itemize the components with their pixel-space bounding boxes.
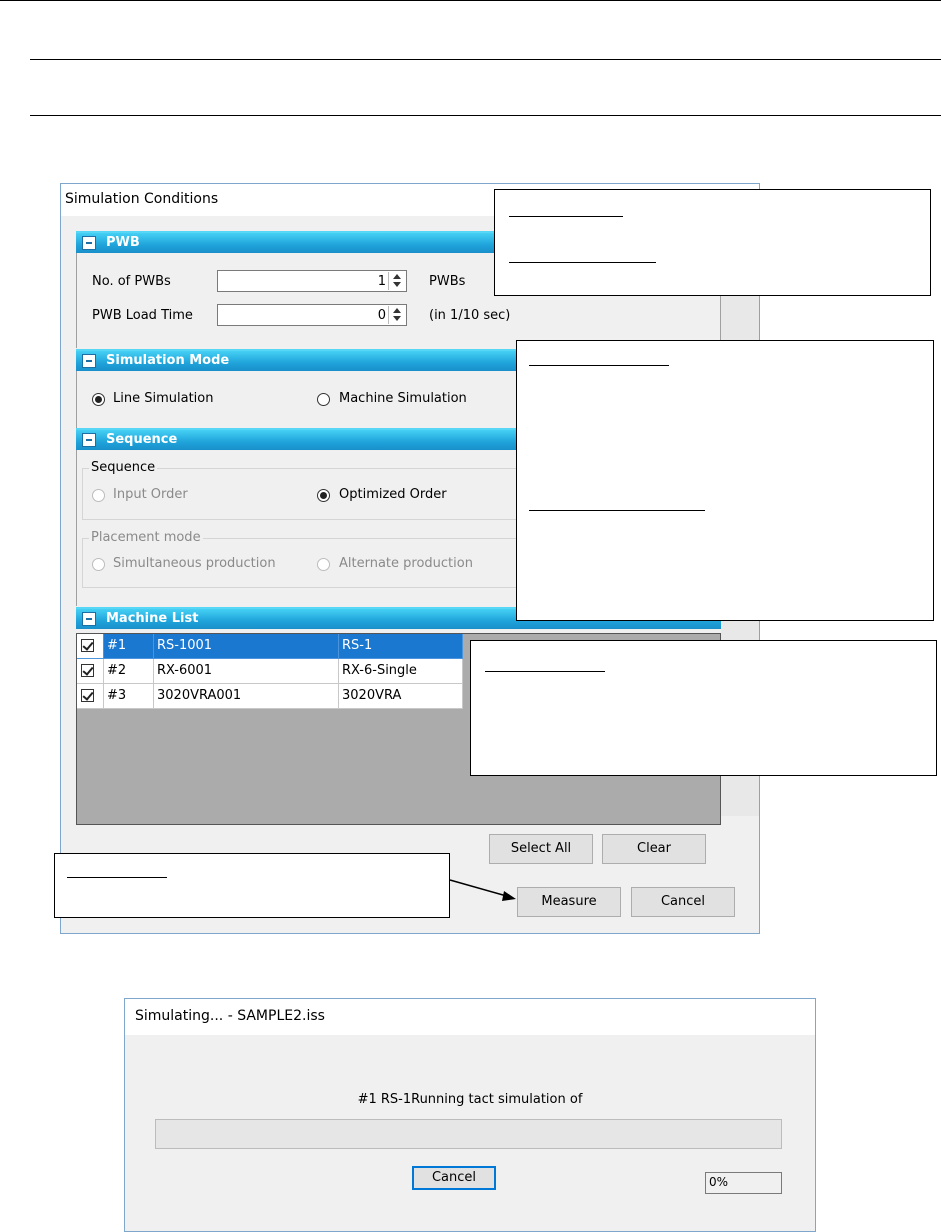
header-rule-top xyxy=(0,0,941,1)
progress-percent: 0% xyxy=(705,1172,782,1194)
machine-model[interactable]: RX-6-Single xyxy=(339,659,463,684)
machine-number[interactable]: #1 xyxy=(104,634,154,659)
machine-name[interactable]: RS-1001 xyxy=(154,634,339,659)
pwb-load-time-unit: (in 1/10 sec) xyxy=(429,308,511,323)
section-title-machine-list: Machine List xyxy=(106,611,199,626)
simulating-cancel-button[interactable]: Cancel xyxy=(412,1166,496,1190)
checkbox-checked-icon[interactable] xyxy=(81,639,94,652)
alternate-production-radio[interactable] xyxy=(317,558,330,571)
select-all-button[interactable]: Select All xyxy=(489,834,593,864)
line-simulation-label[interactable]: Line Simulation xyxy=(113,391,213,406)
pwb-load-time-label: PWB Load Time xyxy=(92,308,193,323)
callout-simulation-mode-sequence xyxy=(516,340,934,621)
optimized-order-radio[interactable] xyxy=(317,489,330,502)
machine-model[interactable]: 3020VRA xyxy=(339,684,463,709)
simulating-message: #1 RS-1Running tact simulation of xyxy=(357,1092,583,1107)
callout-underline xyxy=(509,262,656,263)
simultaneous-production-label[interactable]: Simultaneous production xyxy=(113,556,276,571)
no-of-pwbs-label: No. of PWBs xyxy=(92,274,171,289)
section-title-pwb: PWB xyxy=(106,235,140,250)
no-of-pwbs-stepper[interactable]: 1 xyxy=(217,270,407,292)
callout-underline xyxy=(529,365,669,366)
machine-row[interactable]: #1 RS-1001 RS-1 xyxy=(77,634,463,659)
section-title-simulation-mode: Simulation Mode xyxy=(106,353,230,368)
callout-machine-list xyxy=(470,640,937,776)
machine-checkbox-cell[interactable] xyxy=(77,684,104,709)
pwb-load-time-stepper[interactable]: 0 xyxy=(217,304,407,326)
spin-arrows-icon[interactable] xyxy=(388,306,405,324)
callout-underline xyxy=(509,216,623,217)
no-of-pwbs-value: 1 xyxy=(377,274,386,289)
section-title-sequence: Sequence xyxy=(106,432,178,447)
spin-arrows-icon[interactable] xyxy=(388,272,405,290)
callout-underline xyxy=(529,510,705,511)
input-order-label[interactable]: Input Order xyxy=(113,487,188,502)
placement-mode-group-label: Placement mode xyxy=(89,530,203,545)
optimized-order-label[interactable]: Optimized Order xyxy=(339,487,447,502)
machine-number[interactable]: #2 xyxy=(104,659,154,684)
collapse-icon[interactable] xyxy=(82,433,96,447)
machine-name[interactable]: RX-6001 xyxy=(154,659,339,684)
machine-row[interactable]: #3 3020VRA001 3020VRA xyxy=(77,684,463,709)
machine-model[interactable]: RS-1 xyxy=(339,634,463,659)
machine-simulation-radio[interactable] xyxy=(317,393,330,406)
callout-arrow xyxy=(449,879,516,901)
machine-simulation-label[interactable]: Machine Simulation xyxy=(339,391,467,406)
machine-number[interactable]: #3 xyxy=(104,684,154,709)
machine-name[interactable]: 3020VRA001 xyxy=(154,684,339,709)
machine-row[interactable]: #2 RX-6001 RX-6-Single xyxy=(77,659,463,684)
machine-checkbox-cell[interactable] xyxy=(77,659,104,684)
callout-underline xyxy=(485,671,605,672)
pwb-load-time-value: 0 xyxy=(377,308,386,323)
simulation-progress-bar xyxy=(155,1119,782,1149)
header-rule-middle xyxy=(30,59,941,60)
simulating-title-bar: Simulating... - SAMPLE2.iss xyxy=(125,999,815,1035)
machine-checkbox-cell[interactable] xyxy=(77,634,104,659)
collapse-icon[interactable] xyxy=(82,354,96,368)
callout-underline xyxy=(67,877,167,878)
dialog-title: Simulation Conditions xyxy=(65,191,219,207)
collapse-icon[interactable] xyxy=(82,236,96,250)
cancel-button[interactable]: Cancel xyxy=(631,887,735,917)
callout-measure xyxy=(54,853,450,918)
callout-pwb xyxy=(494,189,931,296)
header-rule-bottom xyxy=(30,115,941,116)
sequence-group-label: Sequence xyxy=(89,460,158,475)
input-order-radio[interactable] xyxy=(92,489,105,502)
alternate-production-label[interactable]: Alternate production xyxy=(339,556,473,571)
simultaneous-production-radio[interactable] xyxy=(92,558,105,571)
measure-button[interactable]: Measure xyxy=(517,887,621,917)
simulating-title: Simulating... - SAMPLE2.iss xyxy=(135,1008,325,1024)
checkbox-checked-icon[interactable] xyxy=(81,664,94,677)
clear-button[interactable]: Clear xyxy=(602,834,706,864)
no-of-pwbs-unit: PWBs xyxy=(429,274,466,289)
collapse-icon[interactable] xyxy=(82,612,96,626)
line-simulation-radio[interactable] xyxy=(92,393,105,406)
simulating-dialog: Simulating... - SAMPLE2.iss #1 RS-1Runni… xyxy=(124,998,816,1232)
checkbox-checked-icon[interactable] xyxy=(81,689,94,702)
